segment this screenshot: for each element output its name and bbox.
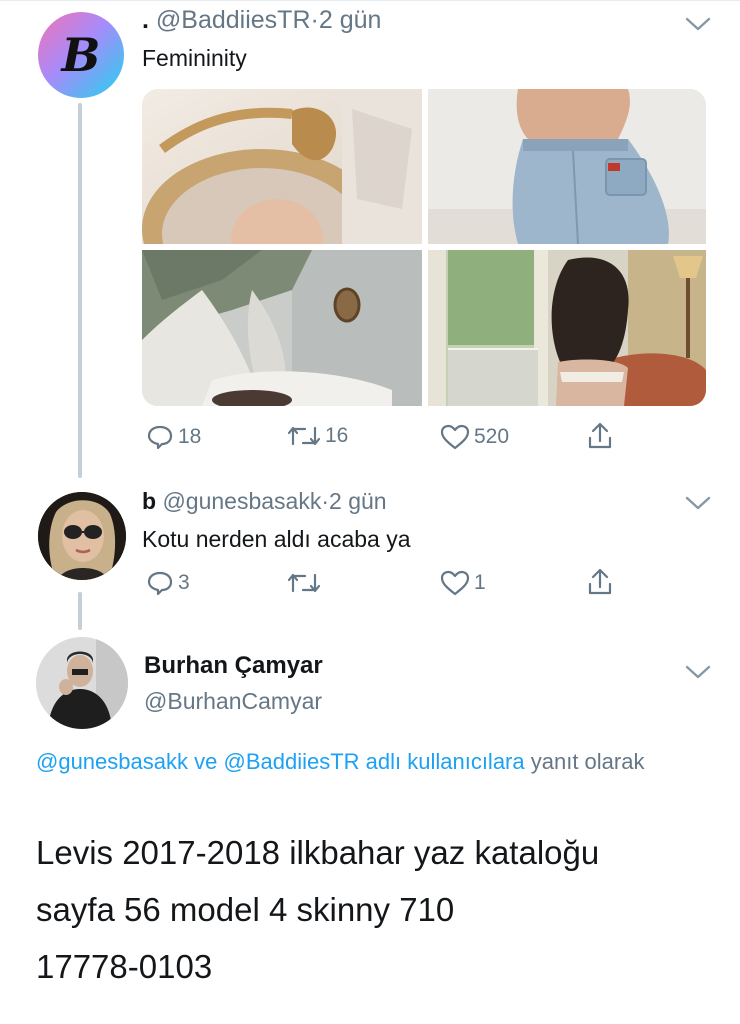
- like-count: 520: [474, 425, 510, 448]
- media-grid[interactable]: [142, 89, 706, 406]
- share-action[interactable]: [587, 422, 613, 450]
- handle[interactable]: @BaddiiesTR: [156, 6, 311, 34]
- replying-to: @gunesbasakk ve @BaddiiesTR adlı kullanı…: [36, 744, 716, 780]
- display-name[interactable]: .: [142, 6, 149, 34]
- mention-link[interactable]: @gunesbasakk: [36, 749, 188, 774]
- avatar-gunesbasakk[interactable]: [38, 492, 126, 580]
- thread-line-1: [78, 103, 82, 478]
- like-action[interactable]: 520: [440, 424, 509, 450]
- heart-icon: [440, 570, 470, 596]
- reply-suffix: yanıt olarak: [530, 749, 645, 774]
- chevron-down-icon[interactable]: [684, 663, 712, 681]
- share-icon: [588, 422, 612, 449]
- tweet1-text: Femininity: [142, 45, 247, 71]
- tweet1-header: . @BaddiiesTR·2 gün: [142, 6, 381, 35]
- reply-action[interactable]: 3: [146, 570, 190, 596]
- mention-link[interactable]: @BaddiiesTR adlı kullanıcılara: [223, 749, 524, 774]
- chevron-down-icon[interactable]: [684, 15, 712, 33]
- reply-icon: [147, 571, 173, 596]
- photo-mirror[interactable]: [142, 89, 422, 244]
- avatar-burhancamyar[interactable]: [36, 637, 128, 729]
- reply-and: ve: [194, 749, 218, 774]
- thread-line-2: [78, 592, 82, 630]
- separator: ·: [310, 6, 319, 34]
- display-name[interactable]: b: [142, 488, 156, 514]
- photo-curtains[interactable]: [142, 250, 422, 406]
- photo-hair[interactable]: [428, 250, 706, 406]
- tweet2-header: b @gunesbasakk·2 gün: [142, 488, 387, 515]
- timestamp[interactable]: 2 gün: [329, 488, 387, 514]
- top-divider: [0, 0, 740, 1]
- retweet-action[interactable]: [287, 571, 321, 595]
- handle[interactable]: @BurhanCamyar: [144, 688, 322, 715]
- photo-jeans[interactable]: [428, 89, 706, 244]
- reply-icon: [147, 425, 173, 450]
- tweet3-text: Levis 2017-2018 ilkbahar yaz kataloğu sa…: [36, 824, 726, 995]
- handle[interactable]: @gunesbasakk: [162, 488, 321, 514]
- text-line: 17778-0103: [36, 948, 213, 985]
- reply-count: 3: [178, 571, 190, 594]
- tweet2-text: Kotu nerden aldı acaba ya: [142, 526, 411, 552]
- like-count: 1: [474, 571, 486, 594]
- retweet-count: 16: [325, 424, 349, 447]
- heart-icon: [440, 424, 470, 450]
- text-line: Levis 2017-2018 ilkbahar yaz kataloğu: [36, 834, 600, 871]
- timestamp[interactable]: 2 gün: [319, 6, 382, 34]
- text-line: sayfa 56 model 4 skinny 710: [36, 891, 455, 928]
- retweet-icon: [287, 573, 321, 593]
- chevron-down-icon[interactable]: [684, 494, 712, 512]
- retweet-icon: [287, 426, 321, 446]
- share-icon: [588, 568, 612, 595]
- separator: ·: [321, 488, 330, 514]
- reply-action[interactable]: 18: [146, 424, 201, 450]
- retweet-action[interactable]: 16: [287, 424, 348, 448]
- reply-count: 18: [178, 425, 202, 448]
- like-action[interactable]: 1: [440, 570, 486, 596]
- avatar-baddiestr[interactable]: B: [38, 12, 124, 98]
- avatar-letter: B: [61, 28, 101, 82]
- display-name[interactable]: Burhan Çamyar: [144, 652, 323, 680]
- share-action[interactable]: [587, 568, 613, 596]
